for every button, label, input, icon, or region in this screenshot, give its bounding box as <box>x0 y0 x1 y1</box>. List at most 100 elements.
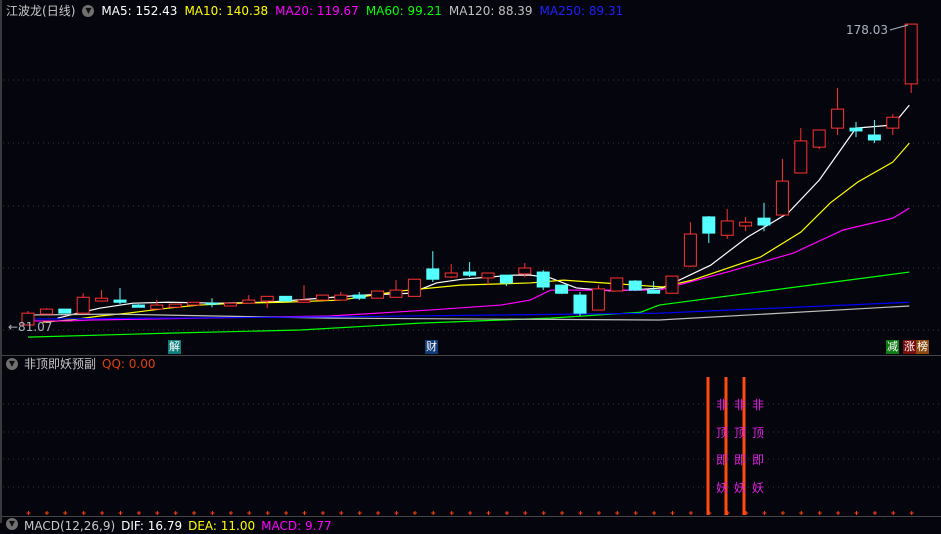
zero-marker <box>541 511 546 515</box>
candle-down <box>573 294 587 314</box>
signal-char: 即 <box>751 453 764 468</box>
zero-marker <box>339 511 344 515</box>
candle-up <box>187 301 201 306</box>
zero-marker <box>118 511 123 515</box>
low-price-label: ←81.07 <box>8 320 52 334</box>
signal-char: 妖 <box>751 481 764 496</box>
zero-marker <box>670 511 675 515</box>
zero-marker <box>707 511 712 515</box>
zero-marker <box>100 511 105 515</box>
signal-char: 顶 <box>715 425 728 440</box>
zero-marker <box>357 511 362 515</box>
zero-marker <box>136 511 141 515</box>
candle-up <box>775 180 789 216</box>
candle-up <box>444 272 458 278</box>
zero-marker <box>155 511 160 515</box>
candle-up <box>683 233 697 267</box>
zero-marker <box>854 511 859 515</box>
macd-dea: DEA: 11.00 <box>188 519 256 533</box>
indicator-name: 非顶即妖预副 <box>24 357 97 371</box>
zero-marker <box>468 511 473 515</box>
macd-legend: ▼ MACD(12,26,9) DIF: 16.79 DEA: 11.00 MA… <box>6 518 332 534</box>
candlestick-chart[interactable]: 178.03 ←81.07 <box>0 0 941 356</box>
candle-up <box>297 299 311 303</box>
candle-up <box>518 267 532 275</box>
zero-marker <box>744 511 749 515</box>
zero-marker <box>302 511 307 515</box>
candle-down <box>647 289 661 294</box>
signal-char: 非 <box>715 398 728 412</box>
zero-marker <box>63 511 68 515</box>
zero-marker <box>320 511 325 515</box>
candle-down <box>849 127 863 132</box>
candle-up <box>260 295 274 302</box>
zero-marker <box>891 511 896 515</box>
candle-down <box>58 308 72 314</box>
zero-marker <box>192 511 197 515</box>
zero-marker <box>615 511 620 515</box>
candle-up <box>334 294 348 301</box>
ma-line-ma10 <box>42 142 910 323</box>
zero-marker <box>836 511 841 515</box>
zero-marker <box>560 511 565 515</box>
candle-down <box>499 274 513 284</box>
marker-cai[interactable]: 财 <box>425 340 438 354</box>
indicator-legend: ▼ 非顶即妖预副 QQ: 0.00 <box>6 356 155 372</box>
candle-down <box>205 302 219 305</box>
candle-down <box>426 268 440 280</box>
candle-up <box>389 289 403 298</box>
high-price-label: 178.03 <box>846 23 888 37</box>
signal-bar <box>706 377 710 515</box>
macd-dif: DIF: 16.79 <box>121 519 183 533</box>
candle-up <box>168 303 182 308</box>
macd-name: MACD(12,26,9) <box>24 519 116 533</box>
signal-char: 非 <box>733 398 746 412</box>
candle-up <box>610 277 624 292</box>
candle-up <box>812 129 826 148</box>
candle-down <box>352 294 366 299</box>
signal-char: 顶 <box>733 425 746 440</box>
candle-down <box>867 134 881 141</box>
chevron-down-icon[interactable]: ▼ <box>6 518 18 530</box>
candle-down <box>463 271 477 276</box>
signal-char: 顶 <box>751 425 764 440</box>
marker-zhang[interactable]: 涨 <box>903 340 916 354</box>
zero-marker <box>26 511 31 515</box>
zero-marker <box>431 511 436 515</box>
candle-down <box>555 284 569 294</box>
zero-marker <box>799 511 804 515</box>
zero-marker <box>412 511 417 515</box>
candle-up <box>371 290 385 299</box>
marker-jian[interactable]: 减 <box>886 340 899 354</box>
signal-char: 妖 <box>715 481 728 496</box>
zero-marker <box>210 511 215 515</box>
marker-bang[interactable]: 榜 <box>916 340 929 354</box>
zero-marker <box>228 511 233 515</box>
candle-up <box>95 297 109 302</box>
zero-marker <box>523 511 528 515</box>
candle-up <box>481 272 495 279</box>
candle-down <box>628 280 642 291</box>
candle-down <box>131 304 145 308</box>
zero-marker <box>780 511 785 515</box>
zero-marker <box>762 511 767 515</box>
zero-marker <box>872 511 877 515</box>
candle-down <box>113 299 127 303</box>
ma-line-ma20 <box>28 207 910 322</box>
zero-marker <box>688 511 693 515</box>
zero-marker <box>725 511 730 515</box>
candle-up <box>665 275 679 294</box>
panel-divider[interactable] <box>2 516 941 517</box>
zero-marker <box>578 511 583 515</box>
zero-marker <box>449 511 454 515</box>
candle-up <box>39 308 53 315</box>
candle-up <box>904 23 918 85</box>
zero-marker <box>486 511 491 515</box>
chevron-down-icon[interactable]: ▼ <box>6 358 18 370</box>
candle-up <box>831 108 845 129</box>
marker-jie[interactable]: 解 <box>168 340 181 354</box>
candle-up <box>720 220 734 236</box>
qq-value: QQ: 0.00 <box>102 357 156 371</box>
signal-char: 即 <box>733 453 746 468</box>
candle-down <box>702 216 716 234</box>
